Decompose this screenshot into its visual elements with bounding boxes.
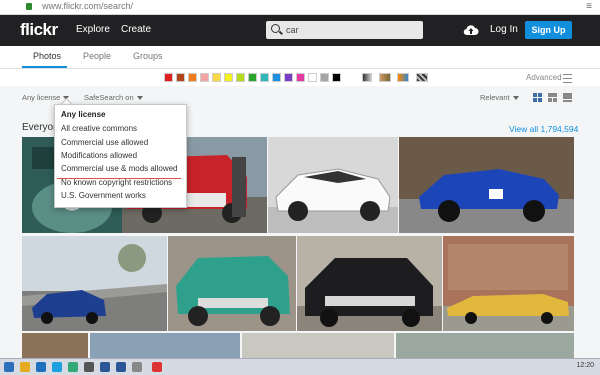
color-swatch[interactable] — [212, 73, 221, 82]
color-swatch[interactable] — [236, 73, 245, 82]
browser-menu-icon[interactable]: ≡ — [586, 1, 592, 12]
tab-groups[interactable]: Groups — [133, 51, 163, 61]
photo-blue-car-road[interactable] — [22, 236, 167, 331]
photo-black-classic-car[interactable] — [297, 236, 442, 331]
tab-photos[interactable]: Photos — [33, 51, 61, 61]
list-view-icon[interactable] — [563, 93, 572, 102]
safesearch-filter[interactable]: SafeSearch on — [84, 93, 143, 102]
active-tab-indicator — [22, 66, 67, 68]
top-nav: flickr Explore Create Log In Sign Up — [0, 15, 600, 46]
color-swatch[interactable] — [332, 73, 341, 82]
safesearch-label: SafeSearch on — [84, 93, 134, 102]
view-all-link[interactable]: View all 1,794,594 — [509, 124, 578, 134]
signup-button[interactable]: Sign Up — [525, 21, 572, 39]
clock: 12:20 — [576, 362, 594, 369]
photo-row3-2[interactable] — [90, 333, 240, 358]
license-option-commercial[interactable]: Commercial use allowed — [61, 138, 148, 147]
grid-view-icon[interactable] — [533, 93, 542, 102]
color-swatch[interactable] — [260, 73, 269, 82]
minimalist-filter[interactable] — [397, 73, 409, 82]
flickr-logo[interactable]: flickr — [20, 20, 58, 40]
patterns-filter[interactable] — [416, 73, 428, 82]
os-taskbar: 12:20 — [0, 358, 600, 375]
photo-blue-race-car[interactable] — [399, 137, 574, 233]
chevron-down-icon — [136, 96, 143, 101]
search-icon — [271, 24, 280, 33]
start-icon[interactable] — [4, 362, 14, 372]
shallow-depth-filter[interactable] — [379, 73, 391, 82]
photo-green-classic-car[interactable] — [168, 236, 296, 331]
license-option-us-gov[interactable]: U.S. Government works — [61, 191, 146, 200]
color-swatch[interactable] — [176, 73, 185, 82]
browser-address-bar: www.flickr.com/search/ ≡ — [0, 0, 600, 15]
color-swatch[interactable] — [284, 73, 293, 82]
color-filter-bar: Advanced — [0, 69, 600, 86]
sort-filter[interactable]: Relevant — [480, 93, 519, 102]
lock-icon — [26, 3, 32, 10]
license-option-any[interactable]: Any license — [61, 110, 105, 119]
opera-icon[interactable] — [152, 362, 162, 372]
color-swatch[interactable] — [248, 73, 257, 82]
color-swatch[interactable] — [296, 73, 305, 82]
app-icon-6[interactable] — [132, 362, 142, 372]
folder-icon[interactable] — [20, 362, 30, 372]
explore-link[interactable]: Explore — [76, 24, 110, 35]
create-link[interactable]: Create — [121, 24, 151, 35]
tab-people[interactable]: People — [83, 51, 111, 61]
color-swatch[interactable] — [308, 73, 317, 82]
photo-row3-4[interactable] — [396, 333, 574, 358]
app-icon-1[interactable] — [36, 362, 46, 372]
color-swatch[interactable] — [188, 73, 197, 82]
license-filter-label: Any license — [22, 93, 61, 102]
justified-view-icon[interactable] — [548, 93, 557, 102]
app-icon-3[interactable] — [68, 362, 78, 372]
sort-label: Relevant — [480, 93, 510, 102]
app-icon-5[interactable] — [100, 362, 110, 372]
app-icon-4[interactable] — [84, 362, 94, 372]
license-option-modifications[interactable]: Modifications allowed — [61, 151, 137, 160]
color-swatch[interactable] — [164, 73, 173, 82]
photo-row3-1[interactable] — [22, 333, 88, 358]
color-swatch[interactable] — [272, 73, 281, 82]
color-swatch[interactable] — [320, 73, 329, 82]
license-dropdown-menu: Any license All creative commons Commerc… — [54, 104, 187, 208]
photo-white-bmw[interactable] — [268, 137, 398, 233]
chevron-down-icon — [512, 96, 519, 101]
login-link[interactable]: Log In — [490, 24, 518, 35]
upload-cloud-icon[interactable] — [463, 23, 479, 37]
search-box[interactable] — [266, 21, 423, 39]
search-input[interactable] — [286, 23, 416, 36]
photo-yellow-car[interactable] — [443, 236, 574, 331]
color-swatch[interactable] — [200, 73, 209, 82]
app-icon-2[interactable] — [52, 362, 62, 372]
word-icon[interactable] — [116, 362, 126, 372]
address-url[interactable]: www.flickr.com/search/ — [42, 1, 133, 11]
license-option-no-known[interactable]: No known copyright restrictions — [61, 178, 172, 187]
advanced-label[interactable]: Advanced — [526, 73, 562, 82]
bw-filter[interactable] — [362, 73, 372, 82]
search-tabs: Photos People Groups — [0, 46, 600, 69]
color-swatch[interactable] — [224, 73, 233, 82]
photo-row3-3[interactable] — [242, 333, 394, 358]
license-option-all-cc[interactable]: All creative commons — [61, 124, 137, 133]
license-option-commercial-mods[interactable]: Commercial use & mods allowed — [61, 164, 178, 173]
advanced-icon[interactable] — [563, 74, 572, 83]
